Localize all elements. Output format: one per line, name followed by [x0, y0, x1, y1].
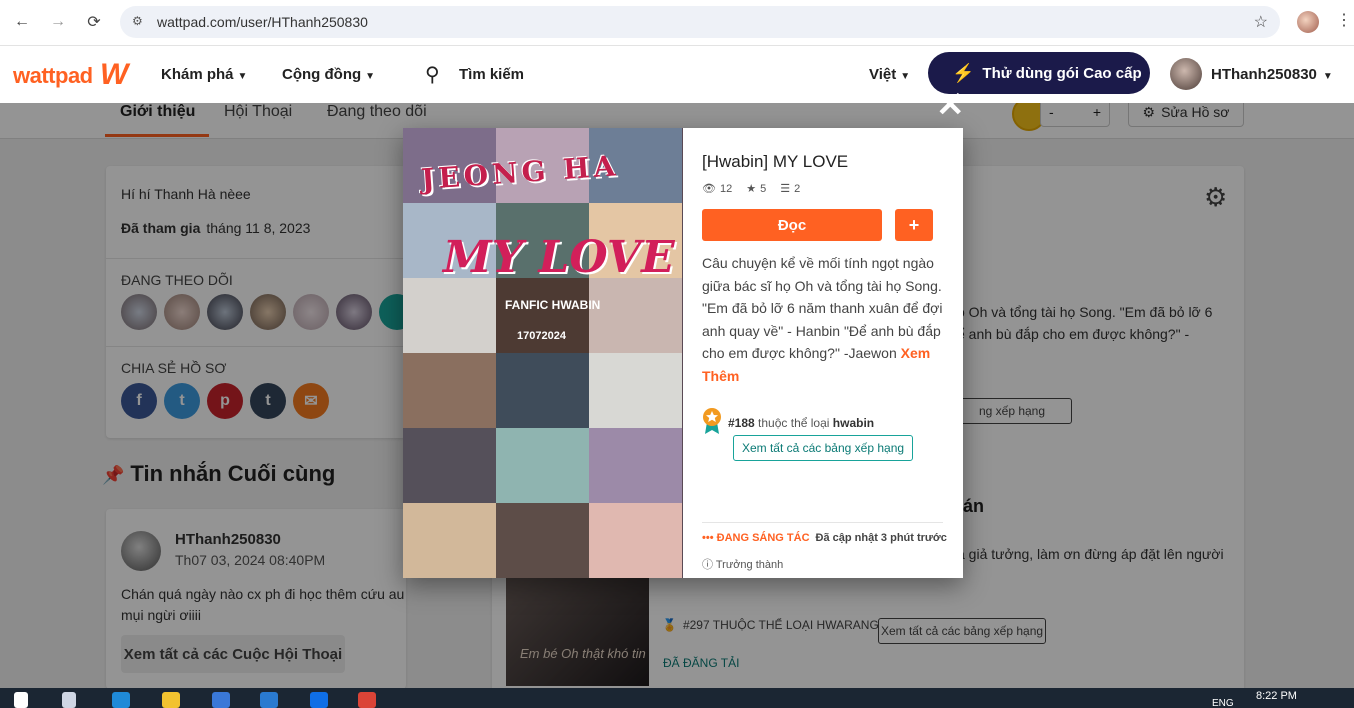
community-menu[interactable]: Cộng đồng ▼	[282, 66, 375, 83]
divider	[702, 522, 943, 523]
zalo-icon[interactable]	[310, 692, 328, 708]
task-view-icon[interactable]	[62, 692, 76, 708]
cover-tile	[403, 428, 496, 503]
read-button[interactable]: Đọc	[702, 209, 882, 241]
language-menu[interactable]: Việt ▼	[869, 66, 910, 83]
browser-profile-avatar[interactable]	[1297, 11, 1319, 33]
story-title[interactable]: [Hwabin] MY LOVE	[702, 152, 848, 172]
site-header: wattpad W Khám phá ▼ Cộng đồng ▼ ⚲ Tìm kiế…	[0, 46, 1354, 103]
story-status: ••• ĐANG SÁNG TÁC Đã cập nhật 3 phút trướ…	[702, 532, 947, 544]
user-menu[interactable]: HThanh250830 ▼	[1211, 66, 1333, 83]
info-icon: ⓘ	[702, 559, 713, 571]
address-bar[interactable]: ⚙ wattpad.com/user/HThanh250830 ☆	[120, 6, 1280, 38]
close-icon[interactable]: ✕	[936, 88, 965, 122]
cover-tile	[589, 503, 682, 578]
cover-tile	[589, 278, 682, 353]
browser-toolbar: ← → ⟳ ⚙ wattpad.com/user/HThanh250830 ☆ …	[0, 0, 1354, 46]
explore-menu[interactable]: Khám phá ▼	[161, 66, 247, 83]
cover-tile	[496, 503, 589, 578]
story-stats: 👁 12 ★ 5 ☰ 2	[702, 182, 800, 195]
mail-icon[interactable]	[260, 692, 278, 708]
parts-count: ☰ 2	[780, 183, 801, 195]
reload-icon[interactable]: ⟳	[82, 10, 106, 34]
language-indicator[interactable]: ENG	[1212, 698, 1234, 708]
chrome-icon[interactable]	[358, 692, 376, 708]
browser-menu-icon[interactable]: ⋮	[1336, 10, 1352, 30]
store-icon[interactable]	[212, 692, 230, 708]
cover-subtitle: FANFIC HWABIN	[505, 298, 601, 312]
wattpad-w-icon[interactable]: W	[100, 58, 128, 92]
wattpad-logo[interactable]: wattpad	[13, 63, 93, 89]
chevron-down-icon: ▼	[900, 71, 911, 82]
file-explorer-icon[interactable]	[162, 692, 180, 708]
mature-label: ⓘ Trưởng thành	[702, 559, 784, 571]
os-taskbar: ENG 8:22 PM	[0, 688, 1354, 708]
reads-count: 👁 12	[702, 183, 733, 195]
eye-icon: 👁	[702, 183, 716, 195]
cover-tile	[403, 353, 496, 428]
ongoing-dots-icon: •••	[702, 532, 714, 544]
star-icon: ★	[746, 183, 757, 195]
search-link[interactable]: Tìm kiếm	[459, 66, 524, 83]
user-avatar[interactable]	[1170, 58, 1202, 90]
cover-tile	[403, 278, 496, 353]
list-icon: ☰	[780, 183, 791, 195]
back-icon[interactable]: ←	[10, 10, 34, 34]
story-description: Câu chuyện kể về mối tính ngọt ngào giữa…	[702, 255, 943, 384]
medal-icon	[703, 408, 721, 434]
rank-info: #188 thuộc thể loại hwabin	[728, 416, 875, 430]
cover-tile	[403, 503, 496, 578]
url-text[interactable]: wattpad.com/user/HThanh250830	[157, 14, 368, 30]
cover-title-main: MY LOVE	[443, 232, 675, 283]
start-icon[interactable]	[14, 692, 28, 708]
add-to-list-button[interactable]: +	[895, 209, 933, 241]
site-info-icon[interactable]: ⚙	[132, 14, 143, 28]
cover-tile	[589, 428, 682, 503]
bookmark-star-icon[interactable]: ☆	[1254, 12, 1268, 32]
edge-icon[interactable]	[112, 692, 130, 708]
search-icon[interactable]: ⚲	[425, 62, 440, 87]
cover-tile	[589, 353, 682, 428]
clock[interactable]: 8:22 PM	[1256, 690, 1297, 702]
forward-icon[interactable]: →	[46, 10, 70, 34]
chevron-down-icon: ▼	[237, 71, 248, 82]
cover-tile	[496, 428, 589, 503]
story-cover-image[interactable]: JEONG HA MY LOVE FANFIC HWABIN 17072024	[403, 128, 683, 578]
story-preview-modal: JEONG HA MY LOVE FANFIC HWABIN 17072024 …	[403, 128, 963, 578]
cover-tile	[496, 353, 589, 428]
cover-date: 17072024	[517, 330, 566, 342]
chevron-down-icon: ▼	[1322, 71, 1333, 82]
view-all-rankings-button[interactable]: Xem tất cả các bảng xếp hạng	[733, 435, 913, 461]
chevron-down-icon: ▼	[365, 71, 376, 82]
votes-count: ★ 5	[746, 183, 767, 195]
lightning-icon: ⚡	[952, 62, 975, 83]
